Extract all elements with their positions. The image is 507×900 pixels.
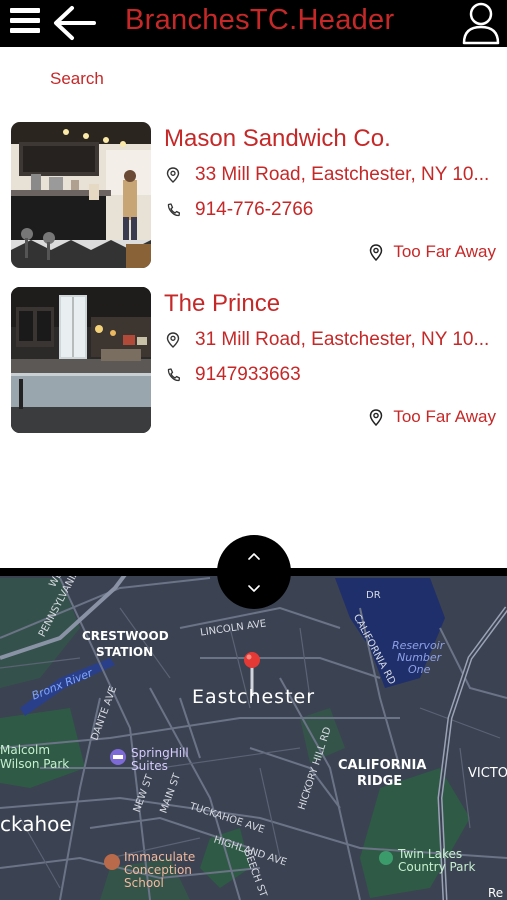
map-label: Malcolm [0, 743, 51, 757]
map-label: CALIFORNIA [338, 758, 427, 773]
phone-icon [167, 368, 180, 382]
search-link[interactable]: Search [50, 69, 104, 89]
map-label: DR [366, 590, 381, 601]
restaurant-card[interactable]: Mason Sandwich Co. 33 Mill Road, Eastche… [0, 122, 507, 272]
map-expand-toggle[interactable] [217, 535, 291, 609]
map-label: Country Park [398, 860, 476, 874]
menu-icon[interactable] [10, 8, 42, 36]
location-pin-icon [166, 332, 180, 348]
map-label: School [124, 876, 164, 890]
map-label: VICTO [468, 766, 507, 781]
distance-status: Too Far Away [393, 242, 496, 261]
map-label: STATION [96, 645, 154, 659]
back-arrow-icon[interactable] [50, 3, 98, 43]
restaurant-address: 31 Mill Road, Eastchester, NY 10... [195, 329, 490, 350]
distance-pin-icon [369, 244, 383, 261]
map-label: Re [488, 886, 504, 900]
phone-icon [167, 203, 180, 217]
map-view[interactable]: PENNSYLVANIA WE CRESTWOOD STATION LINCOL… [0, 568, 507, 900]
restaurant-phone[interactable]: 9147933663 [195, 364, 301, 386]
distance-pin-icon [369, 409, 383, 426]
map-label: RIDGE [357, 774, 403, 789]
expand-chevrons-icon [248, 553, 260, 592]
map-label: CRESTWOOD [82, 629, 169, 643]
app-header: BranchesTC.Header [0, 0, 507, 47]
restaurant-card[interactable]: The Prince 31 Mill Road, Eastchester, NY… [0, 287, 507, 437]
map-label: Conception [124, 863, 192, 877]
restaurant-phone[interactable]: 914-776-2766 [195, 199, 313, 221]
user-profile-icon[interactable] [461, 1, 501, 45]
map-label: Twin Lakes [398, 847, 463, 861]
distance-status: Too Far Away [393, 407, 496, 426]
map-label: ckahoe [0, 812, 72, 836]
location-pin-icon [166, 167, 180, 183]
map-location-pin [244, 652, 260, 668]
restaurant-name: Mason Sandwich Co. [164, 125, 391, 152]
map-label: Suites [131, 759, 168, 773]
restaurant-address: 33 Mill Road, Eastchester, NY 10... [195, 164, 490, 185]
map-label: One [408, 663, 431, 676]
restaurant-name: The Prince [164, 290, 281, 317]
restaurant-photo [11, 122, 151, 268]
map-label: SpringHill [131, 746, 189, 760]
map-label: Eastchester [192, 686, 316, 708]
map-label: Wilson Park [0, 757, 70, 771]
restaurant-photo [11, 287, 151, 433]
page-title: BranchesTC.Header [125, 4, 395, 36]
map-label: Immaculate [124, 850, 196, 864]
